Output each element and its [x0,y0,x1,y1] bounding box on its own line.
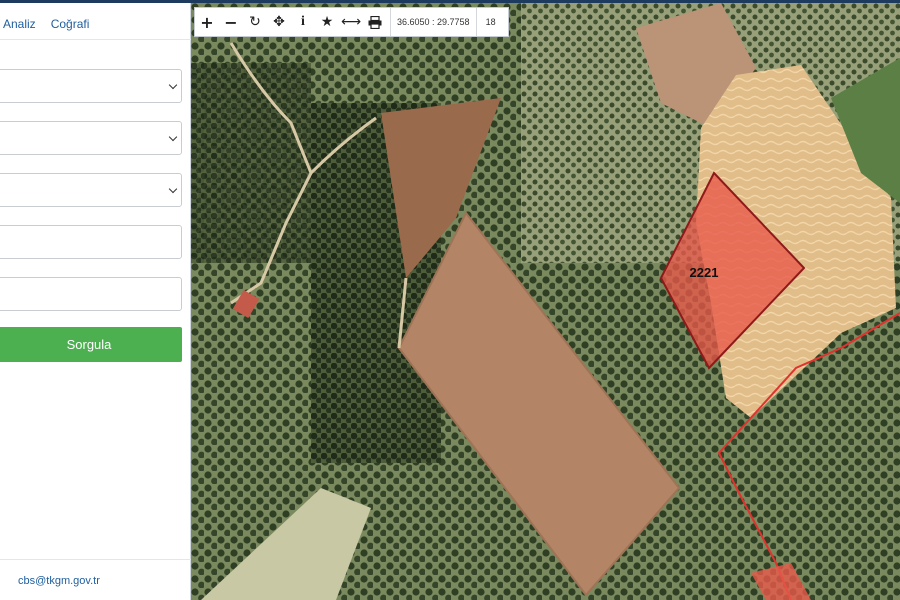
block-number-field[interactable] [0,226,181,258]
query-sidebar: Analiz Coğrafi Sorgula cbs@tkgm.gov.tr [0,3,191,600]
favorite-button[interactable]: ★ [315,8,339,36]
minus-icon: − [224,12,238,32]
parcel-number-field[interactable] [0,278,181,310]
neighborhood-select[interactable] [0,173,182,207]
coordinate-readout: 36.6050 : 29.7758 [390,8,477,36]
measure-button[interactable]: ⟷ [339,8,363,36]
info-icon: i [301,14,305,29]
print-icon [368,15,382,29]
print-button[interactable] [363,8,387,36]
refresh-button[interactable]: ↻ [243,8,267,36]
tab-cografi[interactable]: Coğrafi [51,17,90,35]
refresh-icon: ↻ [249,14,261,30]
star-icon: ★ [320,14,334,30]
parcel-number-input[interactable] [0,277,182,311]
map-toolbar: + − ↻ ✥ i ★ ⟷ 36.6050 : 29.7758 18 [194,7,509,37]
zoom-in-button[interactable]: + [195,8,219,36]
measure-icon: ⟷ [340,14,362,30]
top-accent-bar [0,0,900,3]
plus-icon: + [200,12,214,32]
pan-icon: ✥ [273,14,285,30]
zoom-out-button[interactable]: − [219,8,243,36]
footer-divider [0,559,191,560]
tabs-divider [0,39,191,40]
info-button[interactable]: i [291,8,315,36]
sidebar-tabs: Analiz Coğrafi [0,17,104,35]
contact-email-link[interactable]: cbs@tkgm.gov.tr [18,575,100,587]
parcel-number-label: 2221 [690,265,719,280]
province-select[interactable] [0,69,182,103]
pan-button[interactable]: ✥ [267,8,291,36]
satellite-imagery: 2221 [191,3,900,600]
zoom-level-readout: 18 [485,17,496,27]
query-button[interactable]: Sorgula [0,327,182,362]
map-view[interactable]: 2221 [191,3,900,600]
district-select[interactable] [0,121,182,155]
block-number-input[interactable] [0,225,182,259]
tab-analiz[interactable]: Analiz [3,17,36,35]
